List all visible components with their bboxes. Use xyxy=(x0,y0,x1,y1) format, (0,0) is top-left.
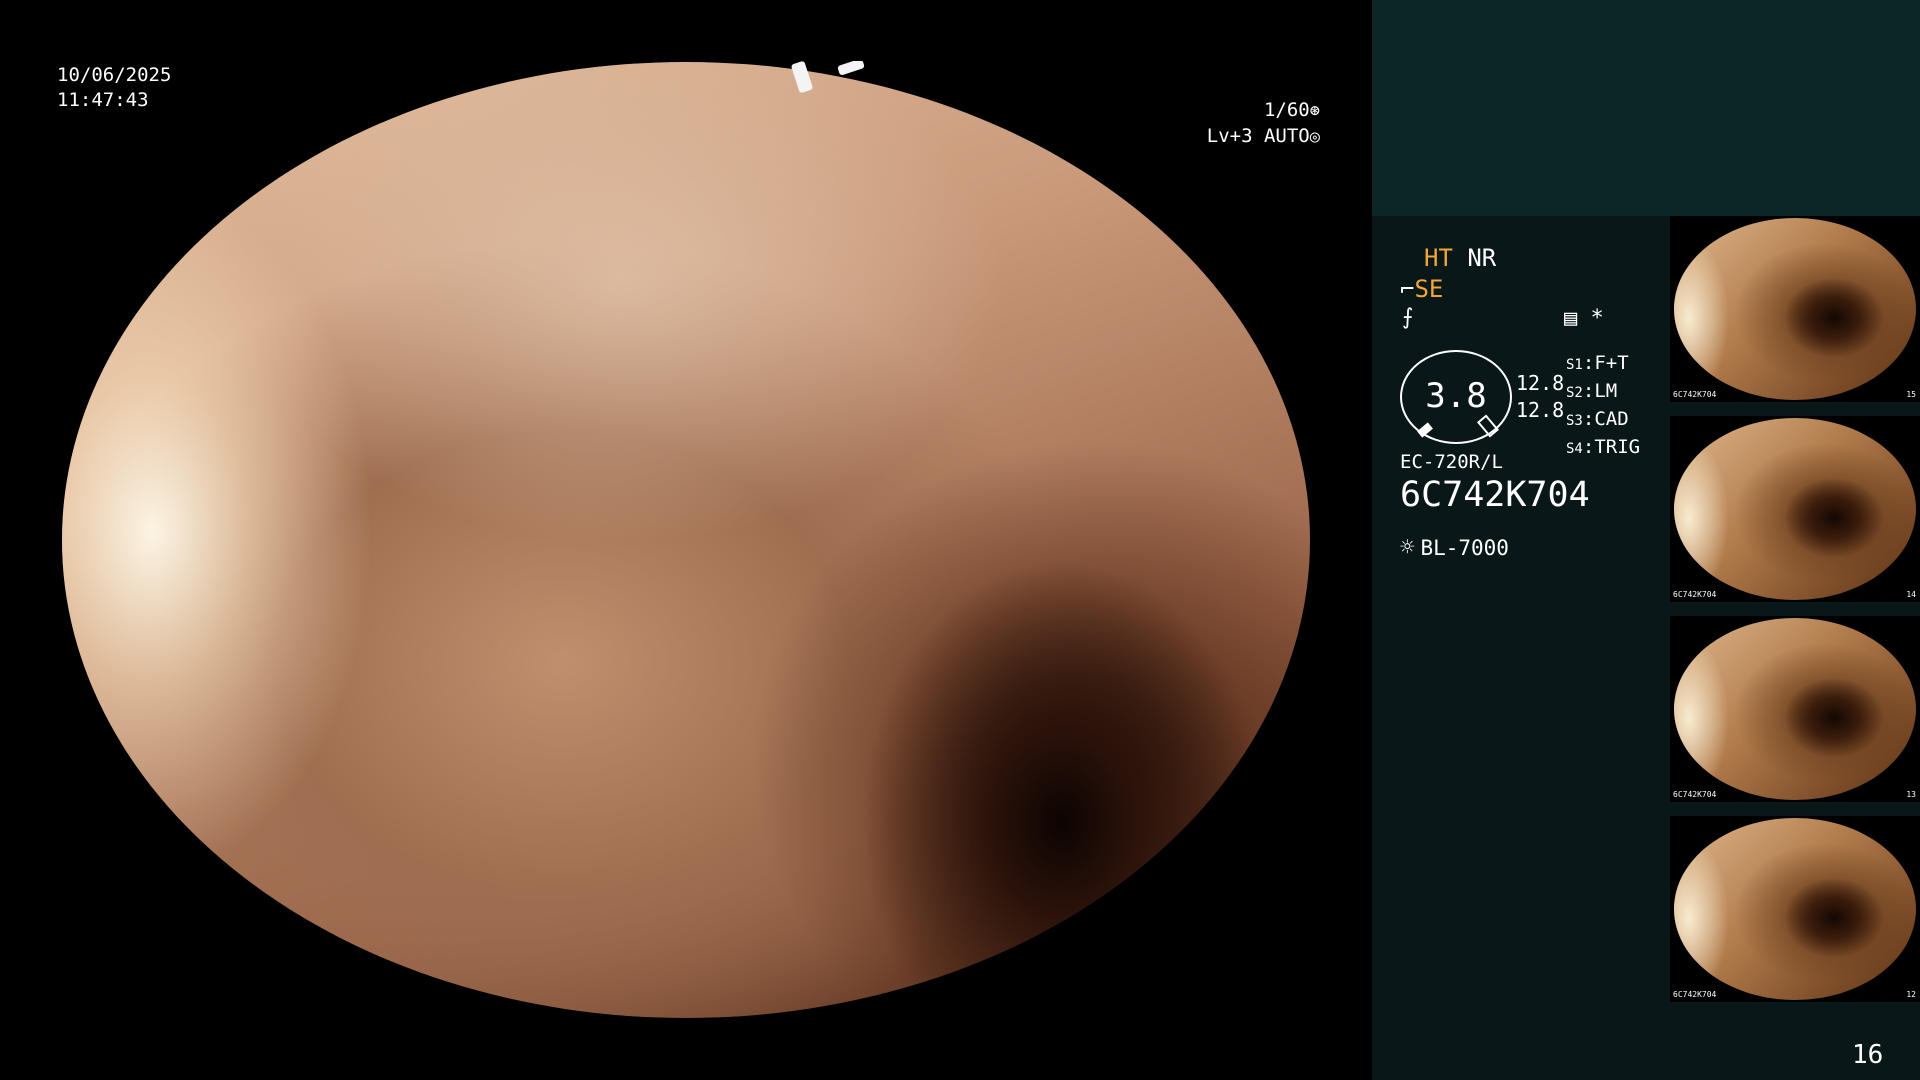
thumbnail-serial: 6C742K704 xyxy=(1673,390,1717,399)
gain-values: 12.8 12.8 xyxy=(1516,370,1564,424)
ratio-value: 3.8 xyxy=(1425,376,1487,416)
image-counter: 16 xyxy=(1852,1040,1884,1070)
shutter-text: 1/60 xyxy=(1263,99,1310,121)
mode-f: ⨍ xyxy=(1402,305,1413,330)
switch-item: S2:LM xyxy=(1566,380,1618,402)
asterisk-icon: * xyxy=(1590,306,1604,331)
captured-thumbnail[interactable]: 6C742K704 12 xyxy=(1670,816,1920,1002)
shutter-icon: ⊛ xyxy=(1309,101,1320,121)
thumbnail-number: 12 xyxy=(1906,990,1916,999)
thumbnail-image xyxy=(1674,218,1916,400)
thumbnail-number: 15 xyxy=(1906,390,1916,399)
exposure-block: 1/60⊛ Lv+3 AUTO◎ xyxy=(1140,98,1320,150)
switch-key: S1 xyxy=(1566,357,1583,373)
captured-thumbnail[interactable]: 6C742K704 13 xyxy=(1670,616,1920,802)
switch-key: S3 xyxy=(1566,413,1583,429)
scope-model: EC-720R/L xyxy=(1400,451,1503,473)
info-panel-top xyxy=(1372,0,1920,216)
date-text: 10/06/2025 xyxy=(57,64,172,86)
thumbnail-image xyxy=(1674,818,1916,1000)
view-mask-top xyxy=(0,0,1372,61)
se-icon: ⌐ xyxy=(1400,275,1415,303)
scope-serial: 6C742K704 xyxy=(1400,475,1590,515)
gain-1: 12.8 xyxy=(1516,371,1565,395)
menu-icons: ▤ * xyxy=(1564,306,1604,331)
thumbnail-serial: 6C742K704 xyxy=(1673,790,1717,799)
switch-list: S1:F+T S2:LM S3:CAD S4:TRIG xyxy=(1566,350,1640,462)
level-text: Lv+3 xyxy=(1206,125,1253,147)
gauge-right-mark-icon xyxy=(1476,414,1500,438)
mode-se: ⌐SE xyxy=(1400,275,1443,303)
switch-value: LM xyxy=(1594,380,1618,402)
time-text: 11:47:43 xyxy=(57,89,149,111)
captured-thumbnail[interactable]: 6C742K704 15 xyxy=(1670,216,1920,402)
view-mask-bottom xyxy=(0,1018,1372,1080)
captured-thumbnail[interactable]: 6C742K704 14 xyxy=(1670,416,1920,602)
mode-nr: NR xyxy=(1467,244,1497,272)
switch-item: S3:CAD xyxy=(1566,408,1629,430)
switch-item: S4:TRIG xyxy=(1566,436,1641,458)
ratio-gauge: 3.8 xyxy=(1400,350,1512,444)
thumbnail-image xyxy=(1674,618,1916,800)
f-icon: ⨍ xyxy=(1402,305,1414,330)
mode-se-text: SE xyxy=(1414,275,1444,303)
thumbnail-serial: 6C742K704 xyxy=(1673,990,1717,999)
mode-ht-nr: HT NR xyxy=(1424,244,1496,272)
menu-icon: ▤ xyxy=(1564,306,1578,331)
endoscope-image xyxy=(62,62,1310,1018)
switch-key: S2 xyxy=(1566,385,1583,401)
switch-value: TRIG xyxy=(1594,436,1641,458)
iris-mode-text: AUTO xyxy=(1263,125,1310,147)
thumbnail-number: 13 xyxy=(1906,790,1916,799)
endoscope-view: 10/06/2025 11:47:43 1/60⊛ Lv+3 AUTO◎ xyxy=(0,0,1372,1080)
light-source: ☼ BL-7000 xyxy=(1400,533,1509,561)
switch-value: CAD xyxy=(1594,408,1629,430)
gain-2: 12.8 xyxy=(1516,398,1565,422)
thumbnail-image xyxy=(1674,418,1916,600)
thumbnail-number: 14 xyxy=(1906,590,1916,599)
date-time: 10/06/2025 11:47:43 xyxy=(57,63,171,113)
thumbnail-serial: 6C742K704 xyxy=(1673,590,1717,599)
mode-ht: HT xyxy=(1424,244,1453,272)
iris-icon: ◎ xyxy=(1309,127,1320,147)
gauge-left-mark-icon xyxy=(1417,422,1433,438)
switch-value: F+T xyxy=(1594,352,1629,374)
switch-item: S1:F+T xyxy=(1566,352,1629,374)
light-source-icon: ☼ xyxy=(1400,533,1415,561)
switch-key: S4 xyxy=(1566,441,1583,457)
light-source-text: BL-7000 xyxy=(1420,536,1509,560)
